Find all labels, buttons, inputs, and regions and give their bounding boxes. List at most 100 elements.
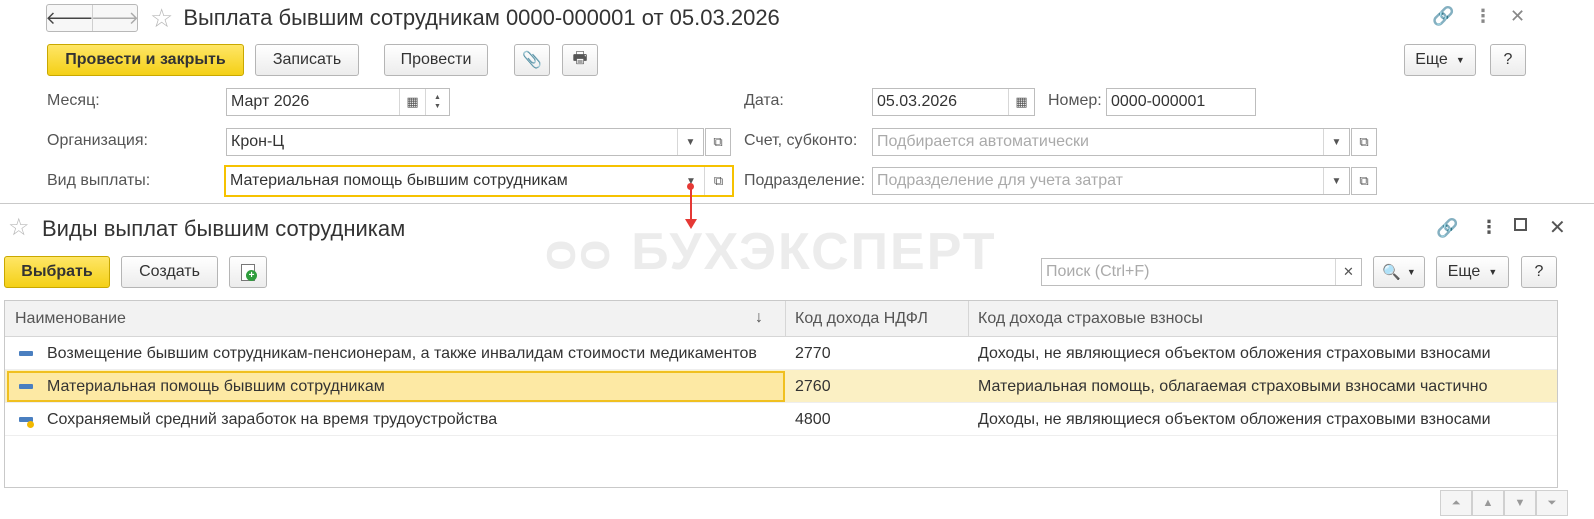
favorite-star-icon[interactable]: ☆ xyxy=(150,5,173,31)
cell-name: Сохраняемый средний заработок на время т… xyxy=(5,403,785,436)
table-row-selected[interactable]: Материальная помощь бывшим сотрудникам 2… xyxy=(5,370,1557,403)
search-button[interactable]: 🔍 ▼ xyxy=(1373,256,1425,288)
date-calendar-button[interactable]: ▦ xyxy=(1008,89,1034,115)
cell-ndfl: 2760 xyxy=(795,377,831,395)
column-header-ndfl[interactable]: Код дохода НДФЛ xyxy=(785,301,968,337)
back-button[interactable]: 🡐 xyxy=(46,5,94,31)
organization-value: Крон-Ц xyxy=(231,133,285,150)
table-row[interactable]: Возмещение бывшим сотрудникам-пенсионера… xyxy=(5,337,1557,370)
more-button-label: Еще xyxy=(1415,51,1448,68)
department-label: Подразделение: xyxy=(744,172,866,189)
calendar-button[interactable]: ▦ xyxy=(399,89,425,115)
scroll-bottom-button[interactable]: ⏷ xyxy=(1536,490,1568,516)
cell-ndfl: 4800 xyxy=(795,410,831,428)
month-field[interactable]: Март 2026 ▦ ▲ ▼ xyxy=(226,88,450,116)
row-name-text: Материальная помощь бывшим сотрудникам xyxy=(47,377,385,395)
chevron-down-icon: ▼ xyxy=(685,136,696,148)
chevron-down-icon: ▼ xyxy=(1331,136,1342,148)
search-placeholder: Поиск (Ctrl+F) xyxy=(1046,263,1150,280)
month-stepper[interactable]: ▲ ▼ xyxy=(425,89,449,115)
search-icon: 🔍 xyxy=(1382,264,1401,281)
account-dropdown-button[interactable]: ▼ xyxy=(1323,129,1349,155)
create-group-button[interactable]: + xyxy=(229,256,267,288)
more-vertical-icon[interactable]: ⋮ xyxy=(1474,6,1492,27)
maximize-icon[interactable] xyxy=(1514,218,1527,231)
department-open-button[interactable]: ⧉ xyxy=(1351,167,1377,195)
document-title-row: 🡐 🡒 ☆ Выплата бывшим сотрудникам 0000-00… xyxy=(46,2,780,34)
search-clear-button[interactable]: ✕ xyxy=(1335,259,1361,285)
paperclip-icon: 📎 xyxy=(522,52,542,69)
number-label: Номер: xyxy=(1048,92,1102,109)
sort-down-icon: ↓ xyxy=(755,309,763,326)
table-scroll-buttons: ⏶ ▲ ▼ ⏷ xyxy=(1440,490,1568,516)
link-icon[interactable]: 🔗 xyxy=(1432,6,1454,27)
attach-button[interactable]: 📎 xyxy=(514,44,550,76)
navigation-group: 🡐 🡒 xyxy=(46,4,138,32)
column-header-name[interactable]: Наименование xyxy=(5,301,785,337)
search-input[interactable]: Поиск (Ctrl+F) ✕ xyxy=(1041,258,1362,286)
choose-button[interactable]: Выбрать xyxy=(4,256,110,288)
more-vertical-icon[interactable]: ⋮ xyxy=(1480,217,1498,238)
department-field[interactable]: Подразделение для учета затрат ▼ xyxy=(872,167,1350,195)
selector-more-button[interactable]: Еще ▼ xyxy=(1436,256,1509,288)
open-window-icon: ⧉ xyxy=(1359,173,1369,188)
chevron-down-icon: ▼ xyxy=(1488,267,1498,277)
create-button[interactable]: Создать xyxy=(121,256,218,288)
scroll-top-icon: ⏶ xyxy=(1451,496,1461,509)
selector-help-button[interactable]: ? xyxy=(1521,256,1557,288)
account-placeholder: Подбирается автоматически xyxy=(877,133,1089,150)
clear-icon: ✕ xyxy=(1343,264,1354,279)
forward-button[interactable]: 🡒 xyxy=(91,5,137,31)
column-header-insurance[interactable]: Код дохода страховые взносы xyxy=(968,301,1558,337)
more-button[interactable]: Еще ▼ xyxy=(1404,44,1476,76)
department-placeholder: Подразделение для учета затрат xyxy=(877,172,1123,189)
pay-types-table: Наименование ↓ Код дохода НДФЛ Код доход… xyxy=(4,300,1558,488)
arrow-left-icon: 🡐 xyxy=(46,7,94,28)
organization-field[interactable]: Крон-Ц ▼ xyxy=(226,128,704,156)
annotation-arrow xyxy=(690,186,692,222)
table-row[interactable]: Сохраняемый средний заработок на время т… xyxy=(5,403,1557,436)
date-field[interactable]: 05.03.2026 ▦ xyxy=(872,88,1035,116)
organization-open-button[interactable]: ⧉ xyxy=(705,128,731,156)
add-document-icon: + xyxy=(241,263,257,281)
document-window: 🡐 🡒 ☆ Выплата бывшим сотрудникам 0000-00… xyxy=(0,0,1594,205)
window-divider xyxy=(0,203,1594,204)
catalog-item-marked-icon xyxy=(19,417,34,428)
date-value: 05.03.2026 xyxy=(877,93,958,110)
number-value: 0000-000001 xyxy=(1111,93,1206,110)
pay-type-field[interactable]: Материальная помощь бывшим сотрудникам ▼… xyxy=(224,165,734,197)
scroll-up-button[interactable]: ▲ xyxy=(1472,490,1504,516)
scroll-up-icon: ▲ xyxy=(1482,497,1494,509)
month-label: Месяц: xyxy=(47,92,100,109)
account-field[interactable]: Подбирается автоматически ▼ xyxy=(872,128,1350,156)
close-icon[interactable]: ✕ xyxy=(1510,6,1525,27)
help-button[interactable]: ? xyxy=(1490,44,1526,76)
cell-insurance: Доходы, не являющиеся объектом обложения… xyxy=(978,410,1491,428)
pay-type-value: Материальная помощь бывшим сотрудникам xyxy=(230,172,568,189)
column-header-label: Наименование xyxy=(15,310,126,327)
account-open-button[interactable]: ⧉ xyxy=(1351,128,1377,156)
organization-dropdown-button[interactable]: ▼ xyxy=(677,129,703,155)
scroll-down-icon: ▼ xyxy=(1514,497,1526,509)
print-button[interactable]: 🖶 xyxy=(562,44,598,76)
calendar-icon: ▦ xyxy=(1015,94,1028,109)
post-button[interactable]: Провести xyxy=(384,44,488,76)
chevron-down-icon: ▼ xyxy=(1406,267,1416,277)
pay-type-label: Вид выплаты: xyxy=(47,172,151,189)
cell-name: Материальная помощь бывшим сотрудникам xyxy=(5,370,785,403)
organization-label: Организация: xyxy=(47,132,148,149)
row-name-text: Сохраняемый средний заработок на время т… xyxy=(47,410,498,428)
more-button-label: Еще xyxy=(1447,263,1481,280)
favorite-star-icon[interactable]: ☆ xyxy=(8,216,30,240)
cell-name: Возмещение бывшим сотрудникам-пенсионера… xyxy=(5,337,785,370)
close-icon[interactable]: ✕ xyxy=(1549,215,1566,240)
link-icon[interactable]: 🔗 xyxy=(1436,218,1458,239)
number-field[interactable]: 0000-000001 xyxy=(1106,88,1256,116)
table-header: Наименование ↓ Код дохода НДФЛ Код доход… xyxy=(5,301,1557,337)
scroll-down-button[interactable]: ▼ xyxy=(1504,490,1536,516)
pay-type-open-button[interactable]: ⧉ xyxy=(704,167,732,195)
post-and-close-button[interactable]: Провести и закрыть xyxy=(47,44,244,76)
department-dropdown-button[interactable]: ▼ xyxy=(1323,168,1349,194)
scroll-top-button[interactable]: ⏶ xyxy=(1440,490,1472,516)
save-button[interactable]: Записать xyxy=(255,44,359,76)
